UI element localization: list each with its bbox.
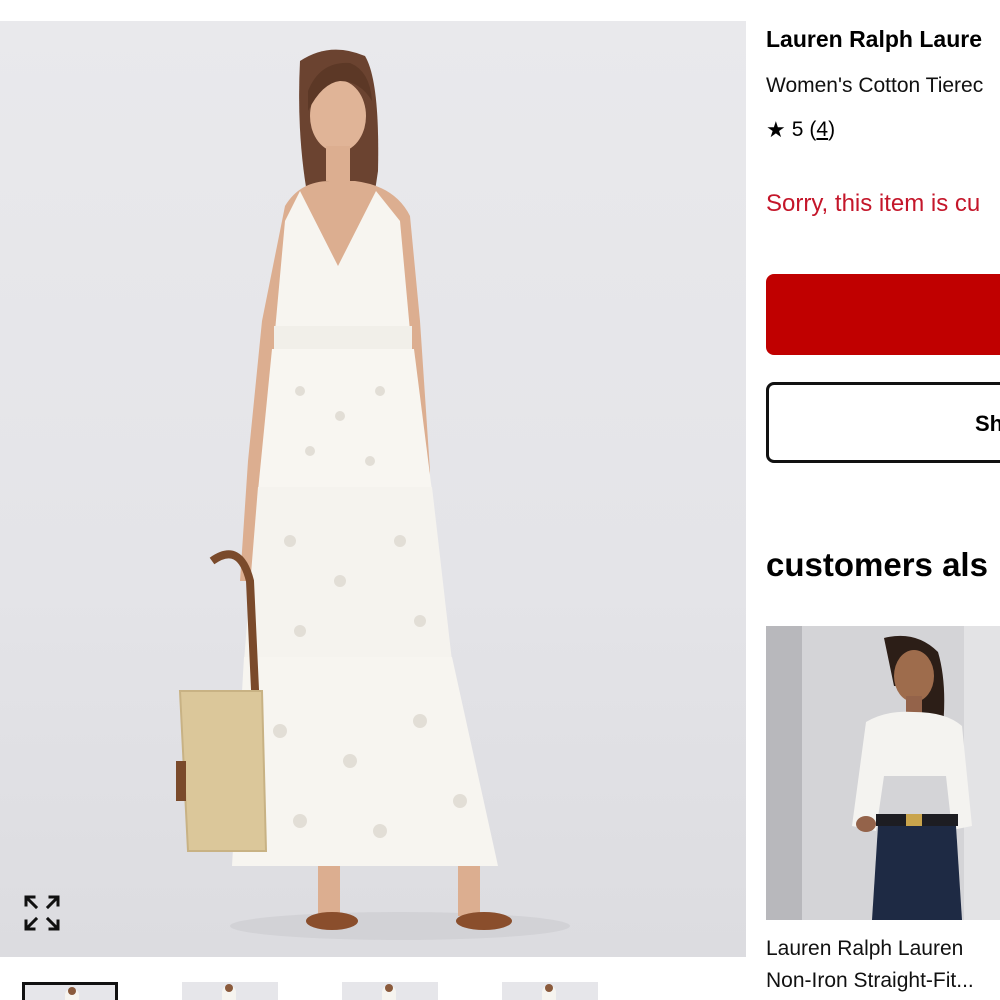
product-title: Women's Cotton Tierec (766, 74, 984, 97)
woman-in-white-shirt-image (766, 626, 1000, 920)
recommendation-image[interactable] (766, 626, 1000, 920)
recommendations-heading: customers als (766, 546, 988, 583)
thumbnail-4[interactable] (502, 982, 598, 1000)
secondary-action-button[interactable]: Sh (766, 382, 1000, 463)
review-count-link[interactable]: 4 (816, 118, 828, 141)
product-brand[interactable]: Lauren Ralph Laure (766, 26, 982, 53)
unavailable-message: Sorry, this item is cu (766, 190, 981, 217)
rating-value: 5 (791, 118, 804, 141)
primary-action-button[interactable] (766, 274, 1000, 355)
secondary-action-label: Sh (975, 411, 1000, 436)
thumbnail-1[interactable] (22, 982, 118, 1000)
thumbnail-figure-head (545, 984, 553, 992)
thumbnail-strip (22, 982, 742, 1000)
thumbnail-figure-head (225, 984, 233, 992)
recommendation-name[interactable]: Non-Iron Straight-Fit... (766, 969, 974, 993)
thumbnail-figure-head (385, 984, 393, 992)
product-page: Lauren Ralph Laure Women's Cotton Tierec… (0, 0, 1000, 1000)
expand-icon (24, 895, 60, 931)
review-count[interactable]: (4) (809, 118, 835, 142)
recommendation-brand[interactable]: Lauren Ralph Lauren (766, 937, 963, 961)
thumbnail-2[interactable] (182, 982, 278, 1000)
star-icon: ★ (766, 117, 786, 142)
product-rating: ★ 5 (4) (766, 118, 835, 142)
thumbnail-3[interactable] (342, 982, 438, 1000)
expand-image-button[interactable] (22, 893, 62, 933)
main-product-image[interactable] (0, 21, 746, 957)
thumbnail-figure-head (68, 987, 76, 995)
woman-in-white-dress-illustration (176, 49, 570, 940)
